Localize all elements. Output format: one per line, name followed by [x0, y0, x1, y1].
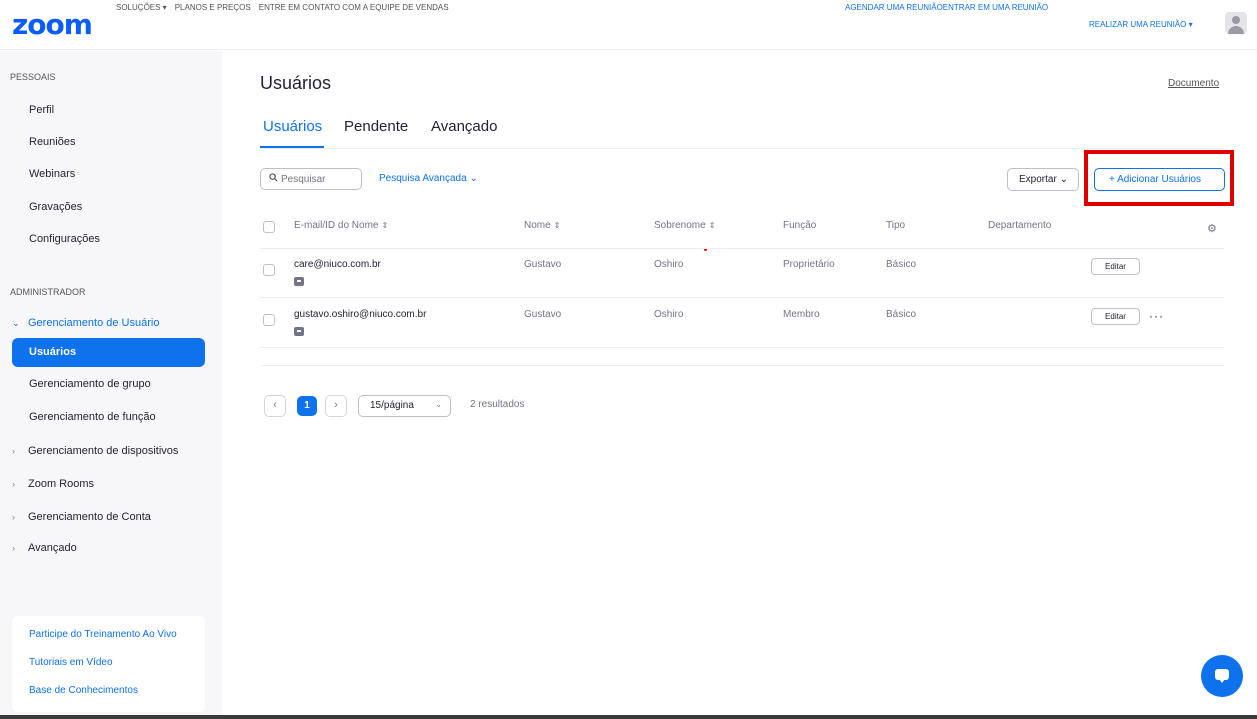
- row-last-name: Oshiro: [654, 309, 684, 320]
- edit-button[interactable]: Editar: [1091, 308, 1140, 325]
- sidebar: PESSOAIS Perfil Reuniões Webinars Gravaç…: [0, 51, 222, 719]
- row-last-name: Oshiro: [654, 259, 684, 270]
- chevron-right-icon: ›: [12, 446, 15, 456]
- sort-icon: ⇕: [381, 221, 389, 230]
- page-title: Usuários: [260, 73, 332, 93]
- chevron-right-icon: ›: [12, 543, 15, 553]
- chevron-right-icon: ›: [12, 512, 15, 522]
- column-header-first-name[interactable]: Nome ⇕: [524, 220, 560, 231]
- highlight-box: [1084, 150, 1234, 206]
- divider: [260, 347, 1224, 348]
- search-input[interactable]: Pesquisar: [260, 168, 362, 190]
- active-tab-indicator: [260, 146, 324, 148]
- sidebar-group-label: Gerenciamento de Conta: [28, 511, 151, 523]
- top-bar: zoom SOLUÇÕES ▾ PLANOS E PREÇOS ENTRE EM…: [0, 0, 1257, 50]
- tab-advanced[interactable]: Avançado: [431, 118, 497, 135]
- nav-contact-sales[interactable]: ENTRE EM CONTATO COM A EQUIPE DE VENDAS: [259, 3, 449, 12]
- sidebar-item-webinars[interactable]: Webinars: [29, 168, 75, 180]
- search-placeholder: Pesquisar: [281, 174, 326, 185]
- sidebar-group-label: Avançado: [28, 542, 77, 554]
- export-button[interactable]: Exportar ⌄: [1007, 168, 1079, 191]
- nav-plans-pricing[interactable]: PLANOS E PREÇOS: [175, 3, 251, 12]
- row-checkbox[interactable]: [263, 264, 275, 276]
- top-nav: SOLUÇÕES ▾ PLANOS E PREÇOS ENTRE EM CONT…: [116, 3, 449, 12]
- row-role: Proprietário: [783, 259, 835, 270]
- divider: [260, 365, 1224, 366]
- sidebar-item-role-management[interactable]: Gerenciamento de função: [29, 411, 156, 423]
- sidebar-item-recordings[interactable]: Gravações: [29, 201, 82, 213]
- sidebar-item-group-management[interactable]: Gerenciamento de grupo: [29, 378, 151, 390]
- row-type: Básico: [886, 259, 917, 270]
- tab-bar: Usuários Pendente Avançado: [260, 118, 1224, 149]
- page-size-select[interactable]: 15/página ⌄: [358, 395, 451, 417]
- tab-users[interactable]: Usuários: [263, 118, 322, 135]
- sidebar-group-label: Gerenciamento de Usuário: [28, 317, 160, 329]
- host-meeting-button[interactable]: REALIZAR UMA REUNIÃO ▾: [1089, 20, 1193, 29]
- edit-button[interactable]: Editar: [1091, 258, 1140, 275]
- search-icon: [269, 173, 278, 185]
- avatar[interactable]: [1225, 12, 1247, 34]
- section-personal: PESSOAIS: [10, 72, 56, 82]
- sidebar-group-label: Zoom Rooms: [28, 478, 95, 490]
- column-header-department: Departamento: [988, 220, 1052, 231]
- knowledge-base-link[interactable]: Base de Conhecimentos: [29, 685, 138, 696]
- advanced-search-dropdown[interactable]: Pesquisa Avançada ⌄: [379, 173, 478, 184]
- help-box: Participe do Treinamento Ao Vivo Tutoria…: [12, 616, 205, 712]
- sort-icon: ⇕: [708, 221, 716, 230]
- nav-solutions[interactable]: SOLUÇÕES ▾: [116, 3, 167, 12]
- divider: [260, 297, 1224, 298]
- sort-icon: ⇕: [553, 221, 561, 230]
- sidebar-item-settings[interactable]: Configurações: [29, 233, 100, 245]
- tab-pending[interactable]: Pendente: [344, 118, 408, 135]
- row-email[interactable]: gustavo.oshiro@niuco.com.br: [294, 309, 426, 320]
- column-header-type: Tipo: [886, 220, 906, 231]
- chevron-down-icon: ⌄: [435, 400, 442, 409]
- column-header-last-name[interactable]: Sobrenome ⇕: [654, 220, 715, 231]
- chevron-right-icon: ›: [12, 479, 15, 489]
- zoom-logo[interactable]: zoom: [12, 8, 93, 41]
- documentation-link[interactable]: Documento: [1168, 78, 1219, 89]
- more-options-icon[interactable]: ···: [1149, 309, 1164, 323]
- column-header-role: Função: [783, 220, 817, 231]
- row-type: Básico: [886, 309, 917, 320]
- sidebar-item-meetings[interactable]: Reuniões: [29, 136, 75, 148]
- sidebar-item-users[interactable]: Usuários: [12, 338, 205, 367]
- row-first-name: Gustavo: [524, 309, 562, 320]
- sidebar-group-label: Gerenciamento de dispositivos: [28, 445, 179, 457]
- live-training-link[interactable]: Participe do Treinamento Ao Vivo: [29, 629, 177, 640]
- divider: [260, 248, 1224, 249]
- page-number-current[interactable]: 1: [297, 396, 317, 416]
- bottom-bar: [0, 715, 1257, 719]
- row-email[interactable]: care@niuco.com.br: [294, 259, 381, 270]
- sidebar-item-profile[interactable]: Perfil: [29, 104, 54, 116]
- sidebar-group-user-management[interactable]: ⌄ Gerenciamento de Usuário: [12, 317, 159, 329]
- results-count: 2 resultados: [470, 399, 525, 410]
- page-size-value: 15/página: [370, 400, 414, 411]
- column-header-email[interactable]: E-mail/ID do Nome ⇕: [294, 220, 388, 231]
- chat-icon[interactable]: [1201, 655, 1243, 697]
- prev-page-button[interactable]: ‹: [264, 395, 286, 417]
- video-tutorials-link[interactable]: Tutoriais em Vídeo: [29, 657, 113, 668]
- row-checkbox[interactable]: [263, 314, 275, 326]
- schedule-meeting-link[interactable]: AGENDAR UMA REUNIÃO: [845, 3, 943, 12]
- sidebar-group-zoom-rooms[interactable]: › Zoom Rooms: [12, 478, 94, 490]
- sidebar-group-device-management[interactable]: › Gerenciamento de dispositivos: [12, 445, 178, 457]
- row-role: Membro: [783, 309, 820, 320]
- sidebar-group-account-management[interactable]: › Gerenciamento de Conta: [12, 511, 151, 523]
- join-meeting-link[interactable]: ENTRAR EM UMA REUNIÃO: [943, 3, 1048, 12]
- gear-icon[interactable]: ⚙: [1207, 222, 1217, 235]
- meeting-links: AGENDAR UMA REUNIÃO ENTRAR EM UMA REUNIÃ…: [845, 3, 1048, 12]
- row-first-name: Gustavo: [524, 259, 562, 270]
- select-all-checkbox[interactable]: [263, 221, 275, 233]
- section-admin: ADMINISTRADOR: [10, 287, 86, 297]
- next-page-button[interactable]: ›: [325, 395, 347, 417]
- email-icon: [294, 327, 304, 336]
- email-icon: [294, 277, 304, 286]
- chevron-down-icon: ⌄: [12, 318, 20, 328]
- sidebar-group-advanced[interactable]: › Avançado: [12, 542, 77, 554]
